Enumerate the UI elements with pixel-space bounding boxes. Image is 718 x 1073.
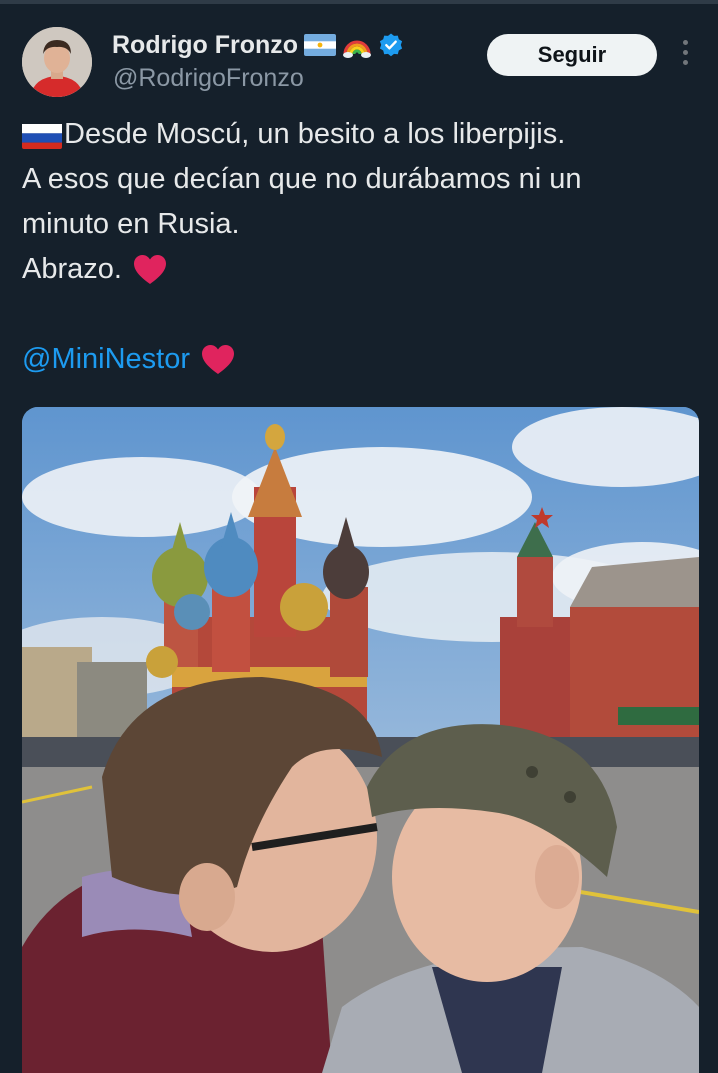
tweet-line-1: Desde Moscú, un besito a los liberpijis. — [22, 112, 702, 157]
tweet-line-2: A esos que decían que no durábamos ni un — [22, 157, 702, 202]
rainbow-icon — [342, 30, 372, 60]
avatar-image — [22, 27, 92, 97]
argentina-flag-icon — [304, 34, 337, 56]
red-heart-icon — [132, 253, 168, 287]
name-row: Rodrigo Fronzo — [112, 28, 404, 62]
tweet-line-4: Abrazo. — [22, 247, 702, 292]
tweet-photo[interactable] — [22, 407, 699, 1073]
user-handle[interactable]: @RodrigoFronzo — [113, 64, 304, 93]
avatar[interactable] — [22, 27, 92, 97]
verified-badge-icon[interactable] — [378, 32, 404, 58]
tweet-line-6: @MiniNestor — [22, 337, 702, 382]
tweet-text-line-3: minuto en Rusia. — [22, 208, 240, 240]
follow-button[interactable]: Seguir — [487, 34, 657, 76]
russia-flag-icon — [22, 121, 62, 149]
more-options-icon[interactable] — [676, 40, 694, 72]
tweet-header: Rodrigo Fronzo @RodrigoFronzo Seguir — [0, 0, 718, 110]
tweet-text-line-1: Desde Moscú, un besito a los liberpijis. — [64, 118, 566, 150]
red-heart-icon — [200, 343, 236, 377]
display-name[interactable]: Rodrigo Fronzo — [112, 31, 298, 60]
tweet-text: Desde Moscú, un besito a los liberpijis.… — [22, 112, 702, 382]
tweet-line-3: minuto en Rusia. — [22, 202, 702, 247]
tweet-text-line-2: A esos que decían que no durábamos ni un — [22, 163, 582, 195]
tweet-text-line-4: Abrazo. — [22, 253, 122, 285]
photo-illustration — [22, 407, 699, 1073]
mention-link[interactable]: @MiniNestor — [22, 337, 190, 382]
